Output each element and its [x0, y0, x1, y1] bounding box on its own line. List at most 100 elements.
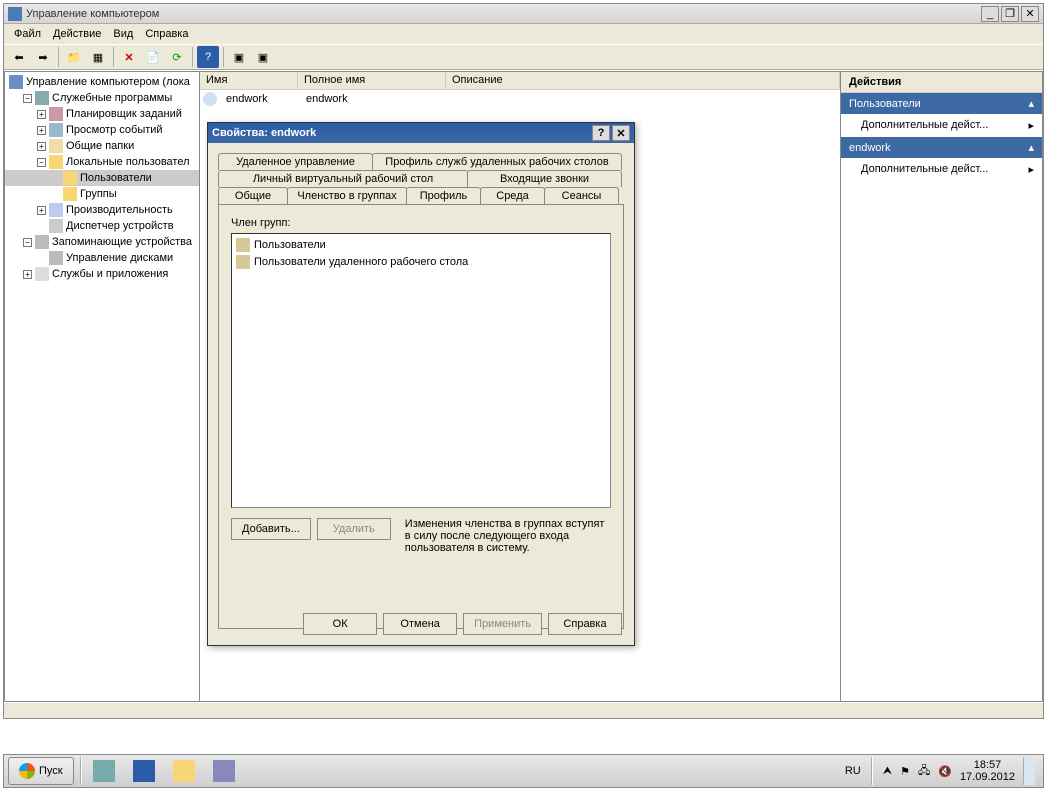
disk-icon [49, 251, 63, 265]
tree-panel: Управление компьютером (лока −Служебные … [4, 71, 200, 702]
tree-system-tools[interactable]: −Служебные программы [5, 90, 199, 106]
menu-action[interactable]: Действие [53, 28, 101, 40]
computer-icon [9, 75, 23, 89]
minimize-button[interactable]: _ [981, 6, 999, 22]
separator [58, 47, 59, 67]
taskbar-powershell[interactable] [124, 757, 164, 785]
group-item[interactable]: Пользователи [234, 236, 608, 253]
tab-environment[interactable]: Среда [480, 187, 545, 204]
separator [192, 47, 193, 67]
cancel-button[interactable]: Отмена [383, 613, 457, 635]
expand-icon[interactable]: + [37, 206, 46, 215]
taskbar-explorer[interactable] [164, 757, 204, 785]
collapse-icon[interactable]: − [23, 238, 32, 247]
chevron-right-icon: ▸ [1028, 163, 1034, 176]
tab-sessions[interactable]: Сеансы [544, 187, 619, 204]
device-icon [49, 219, 63, 233]
dialog-help-button[interactable]: ? [592, 125, 610, 141]
extra2-button[interactable]: ▣ [252, 46, 274, 68]
help-button[interactable]: ? [197, 46, 219, 68]
ok-button[interactable]: ОК [303, 613, 377, 635]
tree-shared-folders[interactable]: +Общие папки [5, 138, 199, 154]
tray-chevron-icon[interactable]: ⮝ [883, 765, 892, 778]
tray-flag-icon[interactable]: ⚑ [900, 765, 910, 778]
menu-view[interactable]: Вид [113, 28, 133, 40]
col-desc[interactable]: Описание [446, 72, 840, 89]
actions-section-endwork[interactable]: endwork▴ [841, 137, 1042, 158]
dialog-close-button[interactable]: ✕ [612, 125, 630, 141]
services-icon [35, 267, 49, 281]
expand-icon[interactable]: + [37, 142, 46, 151]
taskbar-app[interactable] [204, 757, 244, 785]
chevron-up-icon: ▴ [1028, 141, 1034, 154]
clock-time: 18:57 [960, 759, 1015, 771]
close-button[interactable]: ✕ [1021, 6, 1039, 22]
tree-storage[interactable]: −Запоминающие устройства [5, 234, 199, 250]
expand-icon[interactable]: + [37, 110, 46, 119]
list-row[interactable]: endwork endwork [200, 90, 840, 108]
group-list[interactable]: Пользователи Пользователи удаленного раб… [231, 233, 611, 508]
separator [80, 757, 82, 785]
actions-more-1[interactable]: Дополнительные дейст...▸ [841, 114, 1042, 137]
tree-task-scheduler[interactable]: +Планировщик заданий [5, 106, 199, 122]
taskbar-server-manager[interactable] [84, 757, 124, 785]
help-button[interactable]: Справка [548, 613, 622, 635]
show-desktop-button[interactable] [1023, 757, 1035, 785]
tab-profile[interactable]: Профиль [406, 187, 481, 204]
window-title: Управление компьютером [26, 8, 979, 20]
tree-disk-mgmt[interactable]: Управление дисками [5, 250, 199, 266]
actions-more-2[interactable]: Дополнительные дейст...▸ [841, 158, 1042, 181]
folder-icon [63, 171, 77, 185]
back-button[interactable]: ⬅ [8, 46, 30, 68]
actions-section-users[interactable]: Пользователи▴ [841, 93, 1042, 114]
menu-file[interactable]: Файл [14, 28, 41, 40]
col-name[interactable]: Имя [200, 72, 298, 89]
share-icon [49, 139, 63, 153]
extra1-button[interactable]: ▣ [228, 46, 250, 68]
tree-local-users[interactable]: −Локальные пользовател [5, 154, 199, 170]
tab-incoming-calls[interactable]: Входящие звонки [467, 170, 622, 187]
col-fullname[interactable]: Полное имя [298, 72, 446, 89]
tab-member-of[interactable]: Членство в группах [287, 187, 407, 204]
show-hide-button[interactable]: ▦ [87, 46, 109, 68]
properties-button[interactable]: 📄 [142, 46, 164, 68]
actions-header: Действия [841, 72, 1042, 93]
group-icon [236, 255, 250, 269]
group-item[interactable]: Пользователи удаленного рабочего стола [234, 253, 608, 270]
tray-network-icon[interactable]: 🖧 [918, 762, 930, 781]
restore-button[interactable]: ❐ [1001, 6, 1019, 22]
language-indicator[interactable]: RU [845, 765, 861, 777]
tab-personal-vd[interactable]: Личный виртуальный рабочий стол [218, 170, 468, 187]
collapse-icon[interactable]: − [37, 158, 46, 167]
forward-button[interactable]: ➡ [32, 46, 54, 68]
folder-icon [63, 187, 77, 201]
tree-users[interactable]: Пользователи [5, 170, 199, 186]
apply-button[interactable]: Применить [463, 613, 542, 635]
tree-device-manager[interactable]: Диспетчер устройств [5, 218, 199, 234]
up-button[interactable]: 📁 [63, 46, 85, 68]
tab-remote-control[interactable]: Удаленное управление [218, 153, 373, 170]
clock[interactable]: 18:57 17.09.2012 [960, 759, 1015, 783]
taskbar: Пуск RU ⮝ ⚑ 🖧 🔇 18:57 17.09.2012 [3, 754, 1044, 788]
tree-services[interactable]: +Службы и приложения [5, 266, 199, 282]
tree-groups[interactable]: Группы [5, 186, 199, 202]
toolbar: ⬅ ➡ 📁 ▦ ✕ 📄 ⟳ ? ▣ ▣ [4, 44, 1043, 70]
delete-button[interactable]: ✕ [118, 46, 140, 68]
tree-root[interactable]: Управление компьютером (лока [5, 74, 199, 90]
expand-icon[interactable]: + [37, 126, 46, 135]
tab-body: Член групп: Пользователи Пользователи уд… [218, 204, 624, 629]
tree-event-viewer[interactable]: +Просмотр событий [5, 122, 199, 138]
tray-sound-icon[interactable]: 🔇 [938, 765, 952, 778]
tab-general[interactable]: Общие [218, 187, 288, 204]
start-button[interactable]: Пуск [8, 757, 74, 785]
menu-help[interactable]: Справка [145, 28, 188, 40]
separator [113, 47, 114, 67]
collapse-icon[interactable]: − [23, 94, 32, 103]
tree-performance[interactable]: +Производительность [5, 202, 199, 218]
expand-icon[interactable]: + [23, 270, 32, 279]
refresh-button[interactable]: ⟳ [166, 46, 188, 68]
remove-button[interactable]: Удалить [317, 518, 391, 540]
system-tray: RU ⮝ ⚑ 🖧 🔇 18:57 17.09.2012 [837, 757, 1043, 785]
tab-rds-profile[interactable]: Профиль служб удаленных рабочих столов [372, 153, 622, 170]
add-button[interactable]: Добавить... [231, 518, 311, 540]
